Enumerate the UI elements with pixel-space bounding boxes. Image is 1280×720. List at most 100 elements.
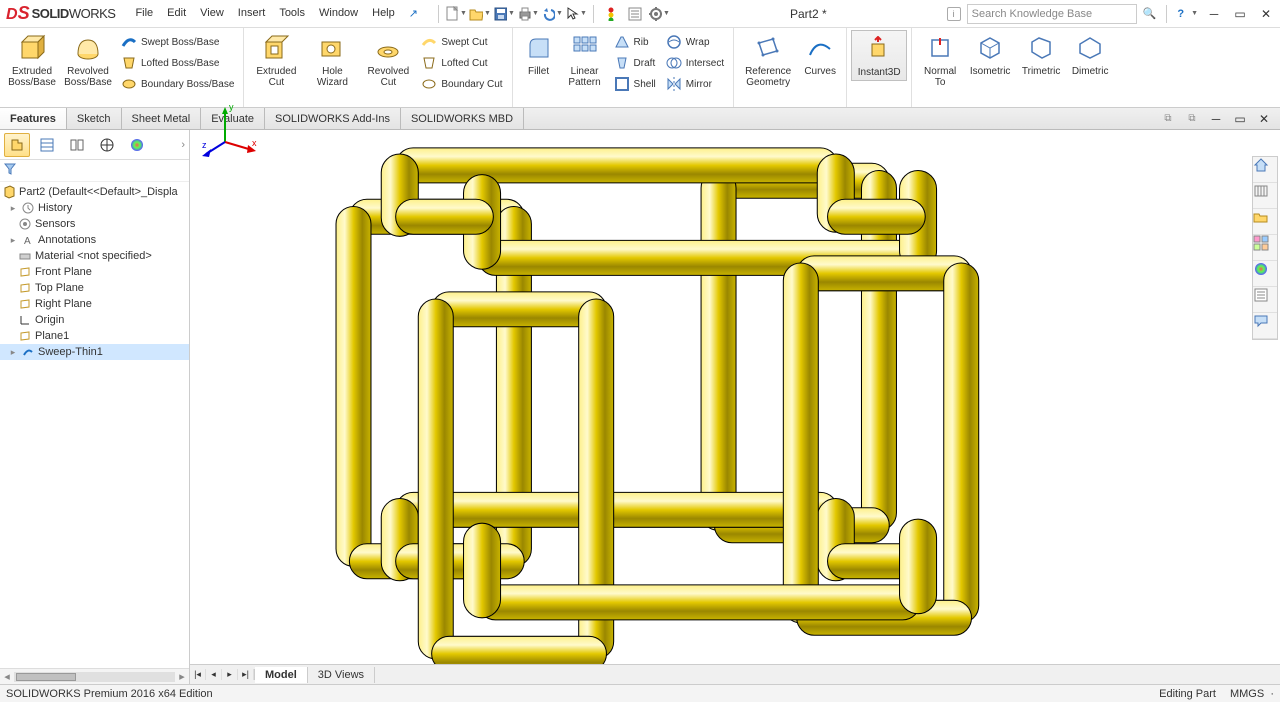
bottom-tab-3dviews[interactable]: 3D Views: [308, 667, 375, 683]
fm-tab-strip: ›: [0, 130, 189, 160]
tab-sheetmetal[interactable]: Sheet Metal: [122, 108, 202, 129]
swept-cut-button[interactable]: Swept Cut: [418, 32, 505, 52]
normal-to-button[interactable]: Normal To: [916, 30, 964, 90]
dimetric-button[interactable]: Dimetric: [1066, 30, 1114, 79]
tree-material[interactable]: Material <not specified>: [0, 248, 189, 264]
menu-pin-icon[interactable]: ↗: [403, 3, 424, 24]
wrap-button[interactable]: Wrap: [663, 32, 727, 52]
fm-scrollbar[interactable]: ◂ ▸: [0, 668, 189, 684]
open-button[interactable]: ▼: [469, 3, 491, 25]
tab-sketch[interactable]: Sketch: [67, 108, 122, 129]
revolved-boss-button[interactable]: Revolved Boss/Base: [60, 30, 116, 90]
undo-button[interactable]: ▼: [541, 3, 563, 25]
orientation-triad[interactable]: y x z: [200, 100, 1280, 654]
swept-boss-button[interactable]: Swept Boss/Base: [118, 32, 237, 52]
task-explorer-icon[interactable]: [1253, 209, 1277, 235]
tree-origin-label: Origin: [35, 314, 64, 326]
boundary-boss-button[interactable]: Boundary Boss/Base: [118, 74, 237, 94]
menu-help[interactable]: Help: [366, 3, 401, 24]
rebuild-button[interactable]: [600, 3, 622, 25]
normal-to-label: Normal To: [918, 66, 962, 88]
filter-funnel-icon[interactable]: [4, 163, 16, 178]
ds-logo-icon: DS: [6, 3, 30, 24]
doc-props-button[interactable]: [624, 3, 646, 25]
fm-tab-tree-icon[interactable]: [4, 133, 30, 157]
status-units[interactable]: MMGS ·: [1230, 688, 1274, 700]
fm-tab-config-icon[interactable]: [64, 133, 90, 157]
task-custom-props-icon[interactable]: [1253, 287, 1277, 313]
trimetric-button[interactable]: Trimetric: [1016, 30, 1066, 79]
task-home-icon[interactable]: [1253, 157, 1277, 183]
linear-pattern-button[interactable]: Linear Pattern: [561, 30, 609, 90]
task-forum-icon[interactable]: [1253, 313, 1277, 339]
menu-view[interactable]: View: [194, 3, 230, 24]
ref-geometry-button[interactable]: Reference Geometry: [738, 30, 798, 90]
print-button[interactable]: ▼: [517, 3, 539, 25]
help-button[interactable]: ?: [1177, 8, 1184, 20]
tree-sensors[interactable]: Sensors: [0, 216, 189, 232]
boundary-boss-label: Boundary Boss/Base: [141, 79, 234, 90]
instant3d-label: Instant3D: [858, 67, 901, 78]
tree-annotations[interactable]: ▸AAnnotations: [0, 232, 189, 248]
boundary-cut-label: Boundary Cut: [441, 79, 502, 90]
status-bar: SOLIDWORKS Premium 2016 x64 Edition Edit…: [0, 684, 1280, 702]
boundary-cut-button[interactable]: Boundary Cut: [418, 74, 505, 94]
draft-button[interactable]: Draft: [611, 53, 659, 73]
triad-z-label: z: [202, 140, 207, 150]
bt-next-icon[interactable]: ▸: [222, 669, 238, 680]
menu-tools[interactable]: Tools: [273, 3, 311, 24]
tree-root[interactable]: Part2 (Default<<Default>_Displa: [0, 184, 189, 200]
tree-sweep-label: Sweep-Thin1: [38, 346, 103, 358]
fillet-button[interactable]: Fillet: [517, 30, 561, 79]
fm-tab-appearance-icon[interactable]: [124, 133, 150, 157]
task-view-palette-icon[interactable]: [1253, 235, 1277, 261]
shell-button[interactable]: Shell: [611, 74, 659, 94]
intersect-button[interactable]: Intersect: [663, 53, 727, 73]
tree-front-plane[interactable]: Front Plane: [0, 264, 189, 280]
extruded-boss-button[interactable]: Extruded Boss/Base: [4, 30, 60, 90]
bt-prev-icon[interactable]: ◂: [206, 669, 222, 680]
save-button[interactable]: ▼: [493, 3, 515, 25]
menu-file[interactable]: File: [129, 3, 159, 24]
lofted-cut-button[interactable]: Lofted Cut: [418, 53, 505, 73]
group-cut: Extruded Cut Hole Wizard Revolved Cut Sw…: [244, 28, 512, 107]
bottom-tab-model[interactable]: Model: [255, 667, 308, 683]
instant3d-button[interactable]: Instant3D: [851, 30, 907, 81]
bt-first-icon[interactable]: |◂: [190, 669, 206, 680]
options-button[interactable]: ▼: [648, 3, 670, 25]
tree-history[interactable]: ▸History: [0, 200, 189, 216]
select-button[interactable]: ▼: [565, 3, 587, 25]
tab-features[interactable]: Features: [0, 108, 67, 129]
graphics-viewport[interactable]: y x z |◂ ◂ ▸ ▸| Model 3D Views: [190, 130, 1280, 684]
revolved-cut-button[interactable]: Revolved Cut: [360, 30, 416, 90]
fm-tab-dim-icon[interactable]: [94, 133, 120, 157]
menu-window[interactable]: Window: [313, 3, 364, 24]
tree-right-plane[interactable]: Right Plane: [0, 296, 189, 312]
restore-button[interactable]: ▭: [1230, 5, 1250, 23]
task-library-icon[interactable]: [1253, 183, 1277, 209]
lofted-boss-button[interactable]: Lofted Boss/Base: [118, 53, 237, 73]
isometric-button[interactable]: Isometric: [964, 30, 1016, 79]
hole-wizard-button[interactable]: Hole Wizard: [304, 30, 360, 90]
menu-insert[interactable]: Insert: [232, 3, 272, 24]
curves-button[interactable]: Curves: [798, 30, 842, 79]
minimize-button[interactable]: ─: [1204, 5, 1224, 23]
tree-top-plane[interactable]: Top Plane: [0, 280, 189, 296]
tree-plane1[interactable]: Plane1: [0, 328, 189, 344]
rib-button[interactable]: Rib: [611, 32, 659, 52]
new-doc-button[interactable]: ▼: [445, 3, 467, 25]
menu-edit[interactable]: Edit: [161, 3, 192, 24]
mirror-button[interactable]: Mirror: [663, 74, 727, 94]
close-button[interactable]: ✕: [1256, 5, 1276, 23]
extruded-cut-button[interactable]: Extruded Cut: [248, 30, 304, 90]
tree-origin[interactable]: Origin: [0, 312, 189, 328]
bt-last-icon[interactable]: ▸|: [238, 669, 254, 680]
task-appearance-icon[interactable]: [1253, 261, 1277, 287]
search-info-icon[interactable]: i: [947, 7, 961, 21]
dimetric-label: Dimetric: [1072, 66, 1109, 77]
search-input[interactable]: Search Knowledge Base: [967, 4, 1137, 24]
tree-sweep-thin1[interactable]: ▸Sweep-Thin1: [0, 344, 189, 360]
search-go-icon[interactable]: 🔍: [1143, 7, 1157, 20]
fm-expand-icon[interactable]: ›: [181, 139, 185, 151]
fm-tab-property-icon[interactable]: [34, 133, 60, 157]
